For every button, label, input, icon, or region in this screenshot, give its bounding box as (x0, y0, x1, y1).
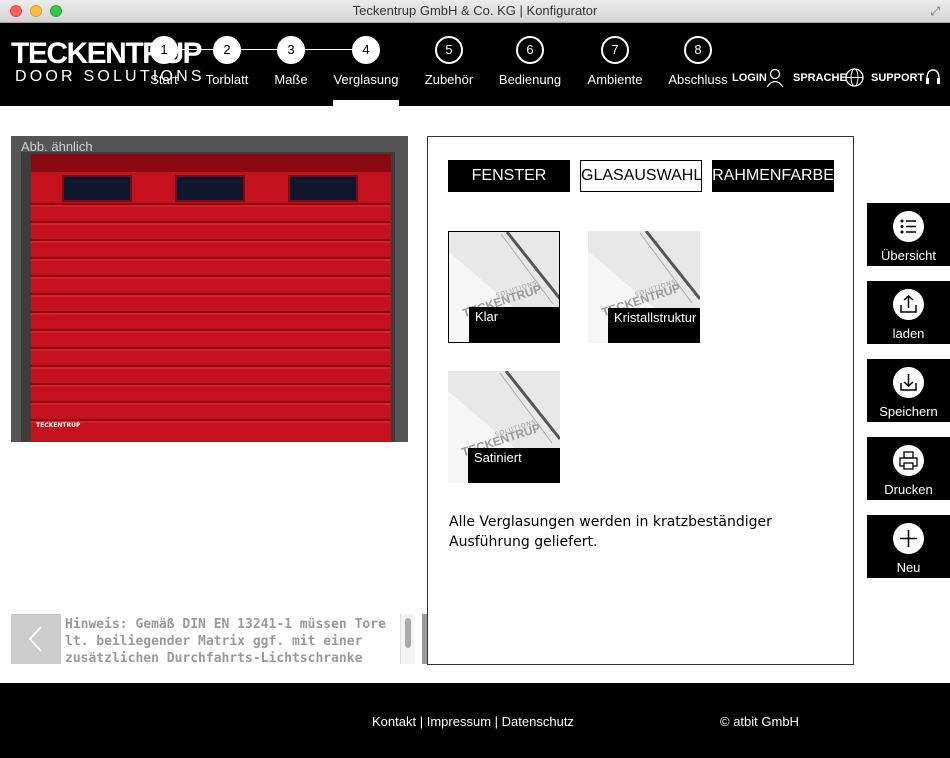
user-icon[interactable] (766, 68, 784, 88)
option-label: Klar (469, 307, 559, 342)
window-titlebar: Teckentrup GmbH & Co. KG | Konfigurator … (0, 0, 950, 23)
door-preview-image (11, 136, 408, 442)
plus-icon (893, 523, 924, 554)
printer-icon (893, 445, 924, 476)
scrollbar-thumb[interactable] (405, 618, 411, 648)
site-footer: Kontakt | Impressum | Datenschutz © atbi… (0, 683, 950, 758)
save-button[interactable]: Speichern (867, 359, 950, 422)
new-button[interactable]: Neu (867, 515, 950, 578)
door-mini-logo: TECKENTRUP (36, 422, 81, 429)
step-label: Abschluss (668, 72, 728, 87)
door-window (288, 175, 358, 202)
window-title: Teckentrup GmbH & Co. KG | Konfigurator (352, 3, 598, 18)
steps-progress-line (164, 49, 366, 50)
back-button[interactable] (11, 614, 61, 664)
support-link[interactable]: SUPPORT (871, 72, 924, 84)
language-link[interactable]: SPRACHE (793, 72, 847, 84)
print-button[interactable]: Drucken (867, 437, 950, 500)
new-label: Neu (896, 560, 921, 575)
option-label: Kristallstruktur (608, 308, 700, 343)
overview-label: Übersicht (881, 248, 936, 263)
save-label: Speichern (879, 404, 938, 419)
glass-option-klar[interactable]: TECKENTRUP SOLUTIONS Klar (448, 231, 560, 343)
hint-scrollbar[interactable] (400, 614, 415, 664)
garage-door (31, 154, 391, 442)
option-label: Satiniert (468, 448, 560, 483)
glass-option-satiniert[interactable]: TECKENTRUP SOLUTIONS Satiniert (448, 371, 560, 483)
step-number: 2 (213, 36, 241, 64)
footer-links: Kontakt | Impressum | Datenschutz (372, 714, 574, 729)
door-window (62, 175, 132, 202)
tab-fenster[interactable]: FENSTER (448, 160, 570, 192)
step-label: Ambiente (587, 72, 643, 87)
download-tray-icon (893, 367, 924, 398)
tab-glasauswahl[interactable]: GLASAUSWAHL (580, 160, 702, 192)
step-label: Bedienung (498, 72, 562, 87)
fullscreen-icon[interactable]: ⤢ (930, 4, 940, 19)
chevron-left-icon (28, 626, 42, 652)
list-icon (893, 211, 924, 242)
active-step-indicator (333, 100, 399, 106)
login-link[interactable]: LOGIN (732, 72, 767, 84)
step-label: Verglasung (333, 72, 399, 87)
load-label: laden (892, 326, 925, 341)
contact-link[interactable]: Kontakt (372, 714, 416, 729)
step-number: 7 (601, 36, 629, 64)
load-button[interactable]: laden (867, 281, 950, 344)
glazing-panel: FENSTER GLASAUSWAHL RAHMENFARBE TECKENTR… (427, 136, 854, 665)
glass-option-kristallstruktur[interactable]: TECKENTRUP SOLUTIONS Kristallstruktur (588, 231, 700, 343)
print-label: Drucken (884, 482, 933, 497)
image-disclaimer: Abb. ähnlich (21, 139, 93, 154)
footer-separator: | (419, 714, 424, 729)
step-number: 3 (277, 36, 305, 64)
headset-icon[interactable] (925, 68, 941, 88)
step-number: 5 (435, 36, 463, 64)
step-number: 1 (150, 36, 178, 64)
imprint-link[interactable]: Impressum (427, 714, 491, 729)
step-number: 8 (684, 36, 712, 64)
privacy-link[interactable]: Datenschutz (502, 714, 574, 729)
glazing-note: Alle Verglasungen werden in kratzbeständ… (449, 514, 772, 550)
copyright: © atbit GmbH (720, 714, 799, 729)
norm-hint-text: Hinweis: Gemäß DIN EN 13241-1 müssen Tor… (65, 617, 386, 666)
overview-button[interactable]: Übersicht (867, 203, 950, 266)
step-number: 6 (516, 36, 544, 64)
globe-icon[interactable] (845, 68, 864, 87)
footer-separator: | (494, 714, 499, 729)
step-number: 4 (352, 36, 380, 64)
step-label: Zubehör (424, 72, 474, 87)
upload-tray-icon (893, 289, 924, 320)
tab-rahmenfarbe[interactable]: RAHMENFARBE (712, 160, 834, 192)
door-window (175, 175, 245, 202)
site-header: TECKENTRUP DOOR SOLUTIONS 1 Start 2 Torb… (0, 23, 950, 106)
